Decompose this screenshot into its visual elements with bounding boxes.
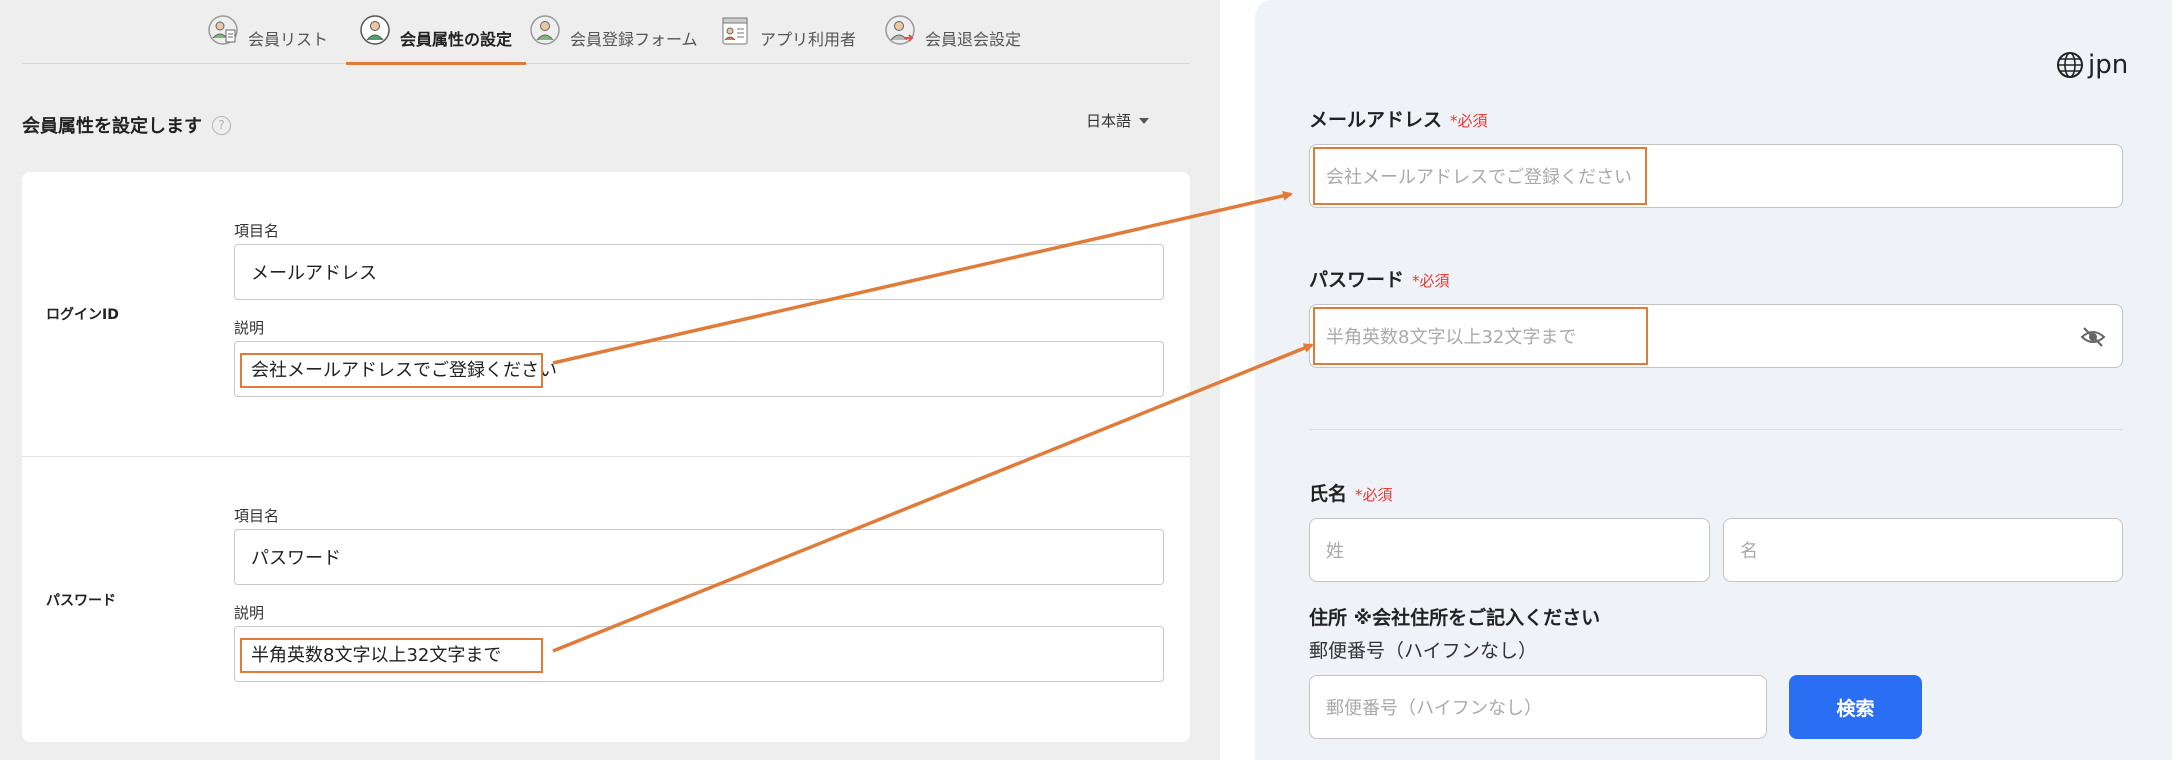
email-label: メールアドレス *必須 bbox=[1309, 105, 1488, 132]
member-attribute-icon bbox=[360, 15, 390, 45]
tab-label: 会員退会設定 bbox=[925, 30, 1022, 49]
highlight-box bbox=[240, 638, 543, 673]
tab-member-attributes[interactable]: 会員属性の設定 bbox=[345, 14, 527, 65]
postal-code-label: 郵便番号（ハイフンなし） bbox=[1309, 640, 1538, 662]
tab-bar: 会員リスト 会員属性の設定 会員登録フォーム アプリ利用者 会員退会設定 bbox=[22, 0, 1190, 65]
email-label-text: メールアドレス bbox=[1309, 109, 1443, 131]
tab-registration-form[interactable]: 会員登録フォーム bbox=[530, 14, 698, 64]
address-label: 住所 ※会社住所をご記入ください bbox=[1309, 607, 1601, 629]
eye-off-icon[interactable] bbox=[2080, 325, 2106, 349]
chevron-down-icon bbox=[1139, 117, 1150, 124]
password-label-text: パスワード bbox=[1309, 269, 1405, 291]
registration-form-icon bbox=[530, 15, 560, 45]
item-name-input[interactable]: メールアドレス bbox=[234, 244, 1164, 300]
withdrawal-icon bbox=[885, 15, 915, 45]
globe-icon bbox=[2057, 52, 2083, 78]
required-badge: *必須 bbox=[1412, 272, 1450, 290]
required-badge: *必須 bbox=[1450, 112, 1488, 130]
page-title: 会員属性を設定します ? bbox=[22, 112, 231, 138]
language-switcher[interactable]: jpn bbox=[2056, 50, 2128, 80]
highlight-box bbox=[240, 353, 543, 388]
attributes-card: ログインID 項目名 メールアドレス 説明 会社メールアドレスでご登録ください … bbox=[22, 172, 1190, 742]
password-label: パスワード *必須 bbox=[1309, 265, 1450, 292]
section-divider bbox=[1309, 429, 2123, 430]
row-label-password: パスワード bbox=[46, 593, 116, 609]
help-icon[interactable]: ? bbox=[212, 115, 231, 135]
tab-member-list[interactable]: 会員リスト bbox=[208, 14, 328, 64]
last-name-placeholder: 姓 bbox=[1326, 541, 1344, 562]
last-name-input[interactable]: 姓 bbox=[1309, 518, 1710, 582]
attribute-settings-panel: 会員リスト 会員属性の設定 会員登録フォーム アプリ利用者 会員退会設定 会員属… bbox=[0, 0, 1220, 760]
tab-app-users[interactable]: アプリ利用者 bbox=[720, 14, 856, 64]
language-select[interactable]: 日本語 bbox=[1086, 110, 1150, 131]
highlight-box bbox=[1313, 147, 1647, 205]
row-divider bbox=[22, 456, 1190, 457]
tab-withdrawal-settings[interactable]: 会員退会設定 bbox=[885, 14, 1021, 64]
postal-code-placeholder: 郵便番号（ハイフンなし） bbox=[1326, 698, 1542, 719]
app-user-icon bbox=[722, 17, 748, 45]
row-label-login-id: ログインID bbox=[46, 307, 119, 323]
page-title-text: 会員属性を設定します bbox=[22, 116, 202, 137]
search-button[interactable]: 検索 bbox=[1789, 675, 1922, 739]
item-name-input[interactable]: パスワード bbox=[234, 529, 1164, 585]
tab-label: アプリ利用者 bbox=[760, 30, 857, 49]
language-code: jpn bbox=[2088, 50, 2129, 80]
full-name-label-text: 氏名 bbox=[1309, 483, 1348, 505]
tab-label: 会員属性の設定 bbox=[400, 30, 513, 49]
highlight-box bbox=[1313, 307, 1648, 365]
description-label: 説明 bbox=[234, 604, 265, 622]
required-badge: *必須 bbox=[1355, 486, 1393, 504]
tab-label: 会員登録フォーム bbox=[570, 30, 698, 49]
postal-code-input[interactable]: 郵便番号（ハイフンなし） bbox=[1309, 675, 1767, 739]
member-list-icon bbox=[208, 15, 238, 45]
first-name-input[interactable]: 名 bbox=[1723, 518, 2123, 582]
description-label: 説明 bbox=[234, 319, 265, 337]
first-name-placeholder: 名 bbox=[1740, 541, 1758, 562]
item-name-label: 項目名 bbox=[234, 507, 280, 525]
item-name-label: 項目名 bbox=[234, 222, 280, 240]
language-value: 日本語 bbox=[1086, 112, 1132, 130]
tab-label: 会員リスト bbox=[248, 30, 329, 49]
full-name-label: 氏名 *必須 bbox=[1309, 479, 1393, 506]
